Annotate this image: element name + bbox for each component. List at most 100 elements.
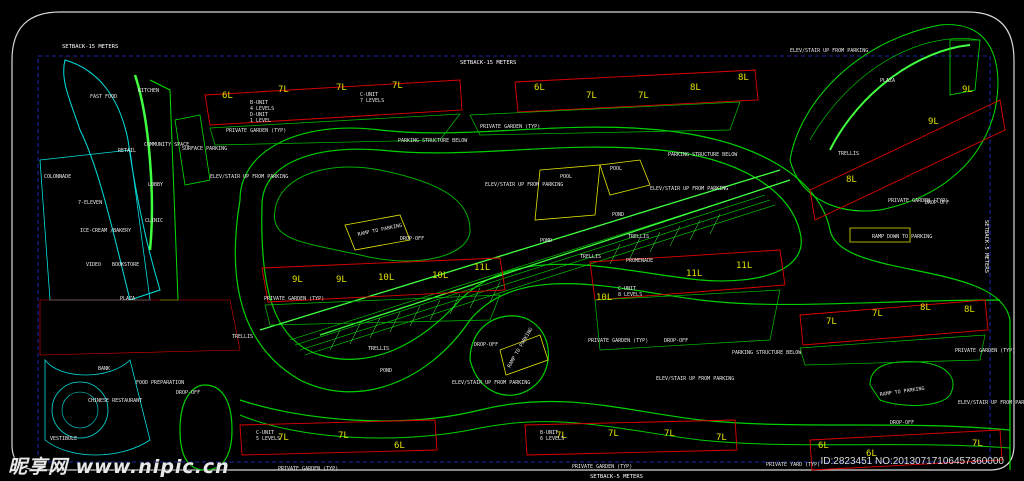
height-ml-1: 9L: [292, 275, 303, 285]
label-parking-below-3: PARKING STRUCTURE BELOW: [732, 350, 802, 356]
label-trellis-bottom: TRELLIS: [368, 346, 389, 352]
label-retail: RETAIL: [118, 148, 136, 154]
label-clinic: CLINIC: [145, 218, 163, 224]
height-pr-1: 9L: [962, 85, 973, 95]
label-video: VIDEO: [86, 262, 101, 268]
label-dropoff-bottom: DROP-OFF: [474, 342, 498, 348]
label-parking-below-1: PARKING STRUCTURE BELOW: [398, 138, 468, 144]
watermark-site: 昵享网 www.nipic.cn: [8, 456, 230, 478]
height-rm-4: 8L: [964, 305, 975, 315]
label-elev-4: ELEV/STAIR UP FROM PARKING: [452, 380, 530, 386]
label-kitchen: KITCHEN: [138, 88, 159, 94]
label-ramp-2: RAMP TO PARKING: [507, 327, 535, 369]
height-tm-1: 6L: [534, 83, 545, 93]
height-bl-3: 6L: [394, 441, 405, 451]
label-plaza-left: PLAZA: [120, 296, 135, 302]
height-ml-2: 9L: [336, 275, 347, 285]
label-trellis-left: TRELLIS: [232, 334, 253, 340]
unit-level-7: 7 LEVELS: [360, 98, 384, 104]
label-elev-3: ELEV/STAIR UP FROM PARKING: [650, 186, 728, 192]
height-tl-2: 7L: [278, 85, 289, 95]
label-lobby: LOBBY: [148, 182, 163, 188]
height-mr-2: 11L: [686, 269, 702, 279]
height-pr-3: 8L: [846, 175, 857, 185]
label-ramp-3: RAMP TO PARKING: [879, 386, 925, 398]
label-garden-3: PRIVATE GARDEN (TYP): [264, 296, 324, 302]
label-garden-4: PRIVATE GARDEN (TYP): [588, 338, 648, 344]
label-elev-top-right: ELEV/STAIR UP FROM PARKING: [790, 48, 868, 54]
label-colonnade: COLONNADE: [44, 174, 71, 180]
height-mr-3: 11L: [736, 261, 752, 271]
height-tl-1: 6L: [222, 91, 233, 101]
unit-level-8: 8 LEVELS: [618, 292, 642, 298]
setback-right: SETBACK-5 METERS: [983, 220, 989, 273]
label-parking-below-2: PARKING STRUCTURE BELOW: [668, 152, 738, 158]
gardens: [209, 101, 986, 366]
height-bm-3: 7L: [664, 429, 675, 439]
height-ml-3: 10L: [378, 273, 394, 283]
label-garden-8: PRIVATE GARDEN (TYP): [572, 464, 632, 470]
height-markers: 6L 7L 7L 7L 6L 7L 7L 8L 8L 9L 9L 10L 10L…: [222, 73, 983, 459]
height-ml-4: 10L: [432, 271, 448, 281]
pool-shape-2: [599, 159, 651, 196]
label-garden-5: PRIVATE GARDEN (TYP): [888, 198, 948, 204]
label-garden-2: PRIVATE GARDEN (TYP): [480, 124, 540, 130]
label-garden-7: PRIVATE GARDEN (TYP): [278, 466, 338, 472]
label-elev-1: ELEV/STAIR UP FROM PARKING: [210, 174, 288, 180]
label-pond-bottom: POND: [380, 368, 392, 374]
height-br-1: 6L: [818, 441, 829, 451]
height-bl-2: 7L: [338, 431, 349, 441]
height-tm-5: 8L: [738, 73, 749, 83]
watermark-id: ID:2823451 NO:20130717106457360000: [820, 456, 1005, 467]
height-rm-2: 7L: [872, 309, 883, 319]
label-trellis-center: TRELLIS: [628, 234, 649, 240]
label-ramp-down: RAMP DOWN TO PARKING: [872, 234, 932, 240]
label-bank: BANK: [98, 366, 110, 372]
label-garden-6: PRIVATE GARDEN (TYP): [955, 348, 1015, 354]
label-food-prep: FOOD PREPARATION: [136, 380, 184, 386]
height-rm-1: 7L: [826, 317, 837, 327]
label-dropoff-center: DROP-OFF: [400, 236, 424, 242]
label-elev-2: ELEV/STAIR UP FROM PARKING: [485, 182, 563, 188]
unit-level-6: 6 LEVELS: [540, 436, 564, 442]
label-pond-small: POND: [540, 238, 552, 244]
label-vestibule: VESTIBULE: [50, 436, 77, 442]
unit-labels: B-UNIT 4 LEVELS D-UNIT 1 LEVEL C-UNIT 7 …: [250, 92, 642, 442]
label-elev-6: ELEV/STAIR UP FROM PARKING: [958, 400, 1024, 406]
height-br-3: 7L: [972, 439, 983, 449]
label-pond-center: POND: [612, 212, 624, 218]
height-tm-4: 8L: [690, 83, 701, 93]
label-bookstore: BOOKSTORE: [112, 262, 139, 268]
label-chinese: CHINESE RESTAURANT: [88, 398, 142, 404]
label-trellis-right: TRELLIS: [838, 151, 859, 157]
site-boundary: [11, 11, 1015, 471]
label-dropoff-bottom-right: DROP-OFF: [890, 420, 914, 426]
setback-top: SETBACK-15 METERS: [460, 60, 516, 66]
residential-buildings: [204, 69, 1006, 471]
setback-bottom: SETBACK-5 METERS: [590, 474, 643, 480]
label-dropoff-right-mid: DROP-OFF: [664, 338, 688, 344]
height-bm-2: 7L: [608, 429, 619, 439]
label-promenade: PROMENADE: [626, 258, 653, 264]
dropoff-oval-right: [869, 361, 954, 406]
setback-line: [37, 55, 991, 463]
height-pr-2: 9L: [928, 117, 939, 127]
label-surface-parking: SURFACE PARKING: [182, 146, 227, 152]
label-elev-5: ELEV/STAIR UP FROM PARKING: [656, 376, 734, 382]
site-plan-drawing: SETBACK-15 METERS SETBACK-15 METERS SETB…: [11, 11, 1024, 480]
unit-level-1: 1 LEVEL: [250, 118, 271, 124]
label-pool-2: POOL: [610, 166, 622, 172]
setback-left: SETBACK-15 METERS: [62, 44, 118, 50]
label-ice-cream: ICE-CREAM /BAKERY: [80, 228, 131, 234]
commercial-block: [39, 59, 241, 456]
label-7eleven: 7-ELEVEN: [78, 200, 102, 206]
height-mr-1: 10L: [596, 293, 612, 303]
height-tm-2: 7L: [586, 91, 597, 101]
label-fast-food: FAST FOOD: [90, 94, 117, 100]
height-bm-4: 7L: [716, 433, 727, 443]
label-trellis-2: TRELLIS: [580, 254, 601, 260]
label-pool-1: POOL: [560, 174, 572, 180]
label-yard: PRIVATE YARD (TYP): [766, 462, 820, 468]
label-ramp-1: RAMP TO PARKING: [357, 223, 402, 238]
height-tl-4: 7L: [392, 81, 403, 91]
